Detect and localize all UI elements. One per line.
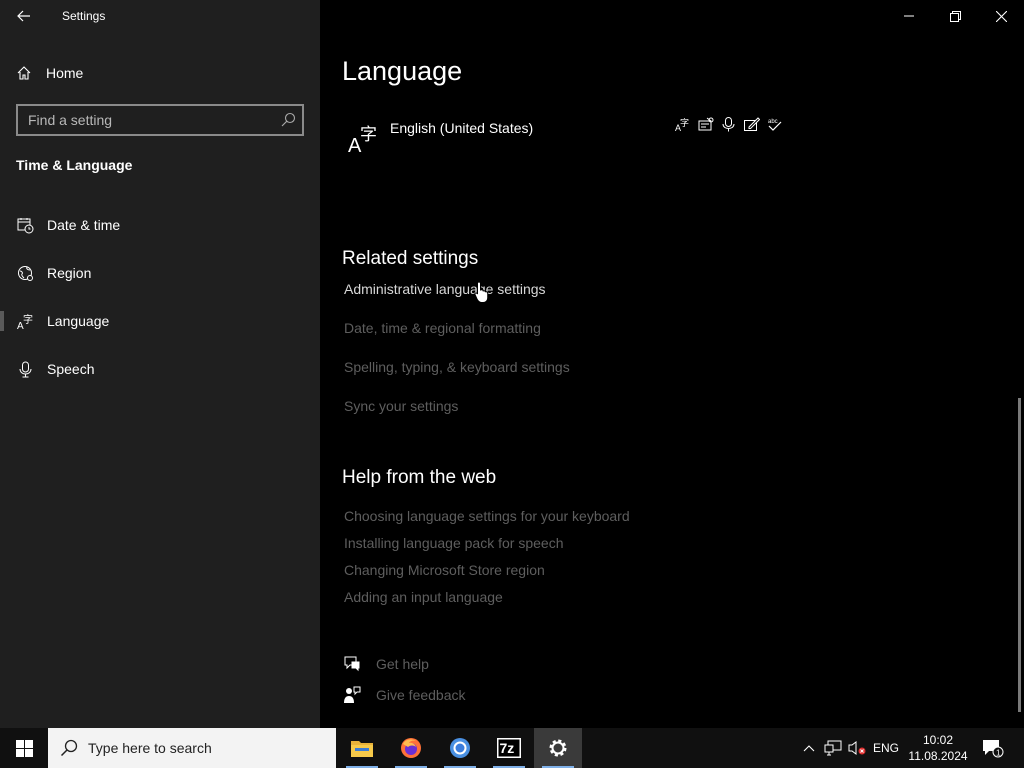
close-button[interactable] <box>978 0 1024 32</box>
globe-icon <box>16 264 34 282</box>
calendar-clock-icon <box>16 216 34 234</box>
back-arrow-icon <box>17 10 30 22</box>
home-icon <box>17 66 31 80</box>
taskbar-7zip[interactable]: 7z <box>485 728 533 768</box>
help-from-web-heading: Help from the web <box>342 467 497 488</box>
taskbar: Type here to search 7z ENG 10:02 11.08.2… <box>0 728 1024 768</box>
minimize-button[interactable] <box>886 0 932 32</box>
language-icon: A字 <box>16 312 34 330</box>
language-features: A字 abc <box>674 116 783 133</box>
back-button[interactable] <box>10 4 38 28</box>
restore-button[interactable] <box>932 0 978 32</box>
notification-count: 1 <box>996 749 1001 758</box>
search-icon <box>60 739 78 762</box>
taskbar-settings[interactable] <box>534 728 582 768</box>
minimize-icon <box>904 15 914 17</box>
sidebar: Settings Home Time & Language Date & tim… <box>0 0 320 728</box>
sidebar-item-region[interactable]: Region <box>0 253 320 293</box>
settings-icon <box>549 739 567 757</box>
sidebar-item-label: Language <box>47 313 110 329</box>
language-name: English (United States) <box>390 120 534 136</box>
give-feedback-link[interactable]: Give feedback <box>343 686 466 704</box>
firefox-icon <box>401 738 421 758</box>
svg-text:字: 字 <box>23 313 33 326</box>
chrome-icon <box>450 738 470 758</box>
sidebar-item-language[interactable]: A字 Language <box>0 301 320 341</box>
close-icon <box>995 10 1007 22</box>
network-tray-button[interactable] <box>822 728 844 768</box>
7zip-icon: 7z <box>497 738 521 758</box>
display-language-icon: A字 <box>674 116 691 133</box>
seven-zip-label: 7z <box>500 740 515 756</box>
taskbar-search[interactable]: Type here to search <box>48 728 336 768</box>
sidebar-item-speech[interactable]: Speech <box>0 349 320 389</box>
link-help-input-language[interactable]: Adding an input language <box>344 589 503 605</box>
link-spelling-typing-keyboard[interactable]: Spelling, typing, & keyboard settings <box>344 359 570 375</box>
find-setting-input[interactable] <box>18 112 268 128</box>
start-button[interactable] <box>0 728 48 768</box>
microphone-icon <box>16 360 34 378</box>
volume-muted-icon <box>848 741 866 755</box>
main-scrollbar[interactable] <box>1018 398 1021 712</box>
action-center-button[interactable]: 1 <box>978 728 1008 768</box>
input-language-indicator[interactable]: ENG <box>870 728 902 768</box>
section-title: Time & Language <box>16 157 133 173</box>
link-help-keyboard[interactable]: Choosing language settings for your keyb… <box>344 508 630 524</box>
restore-icon <box>949 10 961 22</box>
svg-text:abc: abc <box>768 119 778 125</box>
link-help-speech-pack[interactable]: Installing language pack for speech <box>344 535 563 551</box>
network-icon <box>824 740 842 756</box>
speech-recognition-icon <box>720 116 737 133</box>
clock-date: 11.08.2024 <box>908 749 968 763</box>
sidebar-item-label: Region <box>47 265 92 281</box>
spellcheck-icon: abc <box>766 116 783 133</box>
svg-text:字: 字 <box>360 125 377 145</box>
language-entry-icon: A字 <box>346 122 380 161</box>
taskbar-firefox[interactable] <box>387 728 435 768</box>
get-help-icon <box>344 656 360 672</box>
svg-text:字: 字 <box>680 117 689 129</box>
link-help-store-region[interactable]: Changing Microsoft Store region <box>344 562 545 578</box>
notification-icon: 1 <box>983 740 1004 758</box>
related-settings-heading: Related settings <box>342 248 479 269</box>
link-date-time-regional-formatting[interactable]: Date, time & regional formatting <box>344 320 541 336</box>
windows-logo-icon <box>15 739 33 757</box>
text-to-speech-icon <box>697 116 714 133</box>
sidebar-item-label: Speech <box>47 361 95 377</box>
find-setting-search <box>16 104 304 136</box>
clock[interactable]: 10:02 11.08.2024 <box>904 732 972 764</box>
sidebar-item-date-time[interactable]: Date & time <box>0 205 320 245</box>
home-link[interactable]: Home <box>16 62 83 84</box>
app-title: Settings <box>62 9 106 23</box>
taskbar-chrome[interactable] <box>436 728 484 768</box>
sidebar-item-label: Date & time <box>47 217 121 233</box>
handwriting-icon <box>743 116 760 133</box>
link-administrative-language-settings[interactable]: Administrative language settings <box>344 281 546 297</box>
taskbar-file-explorer[interactable] <box>338 728 386 768</box>
volume-tray-button[interactable] <box>846 728 868 768</box>
show-hidden-icons-button[interactable] <box>798 728 820 768</box>
get-help-link[interactable]: Get help <box>343 655 429 673</box>
input-language-label: ENG <box>872 741 899 755</box>
page-title: Language <box>342 56 463 86</box>
search-icon[interactable] <box>280 112 296 133</box>
file-explorer-icon <box>351 741 373 757</box>
link-sync-settings[interactable]: Sync your settings <box>344 398 458 414</box>
give-feedback-label: Give feedback <box>376 687 466 703</box>
taskbar-search-placeholder: Type here to search <box>88 740 212 756</box>
hand-cursor-icon <box>474 281 490 308</box>
chevron-up-icon <box>803 745 815 752</box>
clock-time: 10:02 <box>922 733 954 747</box>
get-help-label: Get help <box>376 656 429 672</box>
home-label: Home <box>46 65 84 81</box>
give-feedback-icon <box>344 686 361 703</box>
